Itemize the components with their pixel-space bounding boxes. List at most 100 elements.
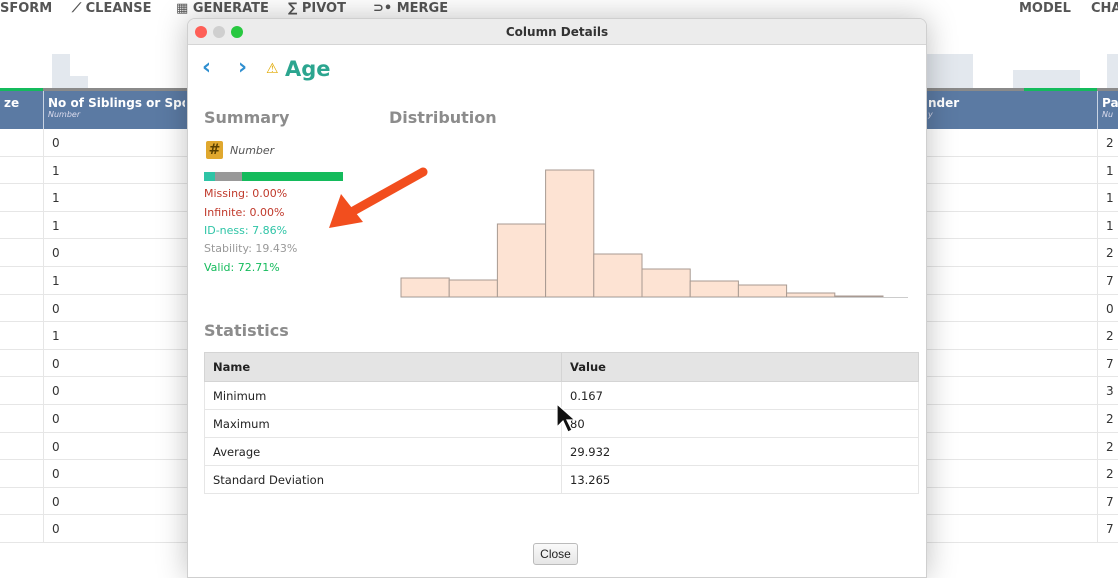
histogram-bar[interactable] <box>737 284 788 298</box>
table-cell[interactable] <box>0 322 43 350</box>
table-cell[interactable] <box>0 157 43 185</box>
table-cell[interactable]: le <box>900 212 1097 240</box>
column-mini-histogram <box>52 54 70 88</box>
table-cell[interactable]: 1 <box>1098 157 1118 185</box>
table-cell[interactable] <box>900 515 1097 543</box>
table-cell[interactable]: 0 <box>44 405 190 433</box>
table-cell[interactable] <box>900 405 1097 433</box>
next-column-chevron-right-icon[interactable]: › <box>238 55 247 80</box>
table-cell[interactable]: 2 <box>1098 405 1118 433</box>
table-cell[interactable]: 1 <box>44 212 190 240</box>
histogram-bar[interactable] <box>786 292 836 298</box>
table-cell[interactable]: 1 <box>44 322 190 350</box>
type-label: Number <box>230 144 275 157</box>
table-cell[interactable] <box>0 405 43 433</box>
stat-name: Average <box>204 437 562 466</box>
table-cell[interactable]: le <box>900 157 1097 185</box>
table-cell[interactable]: 7 <box>1098 488 1118 516</box>
table-cell[interactable] <box>0 295 43 323</box>
table-cell[interactable] <box>0 267 43 295</box>
table-cell[interactable] <box>900 295 1097 323</box>
table-cell[interactable] <box>900 184 1097 212</box>
table-cell[interactable]: 0 <box>44 377 190 405</box>
toolbar-transform[interactable]: SFORM <box>0 1 52 16</box>
column-header-pa[interactable]: Pa Nu <box>1098 91 1118 129</box>
table-cell[interactable]: le <box>900 129 1097 157</box>
table-cell[interactable]: le <box>900 267 1097 295</box>
table-cell[interactable]: 0 <box>44 460 190 488</box>
table-cell[interactable]: 1 <box>1098 212 1118 240</box>
table-cell[interactable]: 1 <box>1098 184 1118 212</box>
table-cell[interactable] <box>0 212 43 240</box>
statistics-heading: Statistics <box>204 321 289 340</box>
value-column-header[interactable]: Value <box>561 352 919 382</box>
toolbar-pivot[interactable]: ∑ PIVOT <box>288 1 346 16</box>
table-cell[interactable]: 0 <box>44 295 190 323</box>
table-cell[interactable] <box>0 515 43 543</box>
table-cell[interactable]: 2 <box>1098 129 1118 157</box>
column-header-siblings[interactable]: No of Siblings or SpousNumber <box>44 91 190 129</box>
stat-value: 0.167 <box>561 381 919 410</box>
table-cell[interactable]: le <box>900 488 1097 516</box>
previous-column-chevron-left-icon[interactable]: ‹ <box>202 55 211 80</box>
table-cell[interactable] <box>0 350 43 378</box>
table-cell[interactable]: 0 <box>44 129 190 157</box>
table-cell[interactable]: 7 <box>1098 267 1118 295</box>
table-cell[interactable] <box>0 184 43 212</box>
table-cell[interactable]: 0 <box>44 488 190 516</box>
histogram-bar[interactable] <box>593 253 643 298</box>
table-cell[interactable] <box>900 239 1097 267</box>
minimize-window-button[interactable] <box>213 26 225 38</box>
table-cell[interactable]: le <box>900 322 1097 350</box>
histogram-bar[interactable] <box>689 280 739 298</box>
table-cell[interactable] <box>0 129 43 157</box>
table-cell[interactable]: 1 <box>44 267 190 295</box>
table-cell[interactable]: le <box>900 350 1097 378</box>
histogram-bar[interactable] <box>641 268 691 298</box>
dialog-titlebar[interactable]: Column Details <box>188 19 926 45</box>
histogram-bar[interactable] <box>545 169 595 298</box>
table-cell[interactable]: 0 <box>1098 295 1118 323</box>
table-cell[interactable] <box>0 433 43 461</box>
table-cell[interactable]: le <box>900 460 1097 488</box>
table-cell[interactable] <box>0 377 43 405</box>
table-cell[interactable]: 2 <box>1098 322 1118 350</box>
column-header-a[interactable]: ze <box>0 91 44 129</box>
stability-stat: Stability: 19.43% <box>204 242 298 255</box>
quality-bar-stability <box>214 172 242 181</box>
table-cell[interactable]: 0 <box>44 239 190 267</box>
table-cell[interactable]: 2 <box>1098 460 1118 488</box>
table-cell[interactable] <box>900 377 1097 405</box>
histogram-bar[interactable] <box>400 277 450 298</box>
table-cell[interactable] <box>0 488 43 516</box>
table-cell[interactable]: 0 <box>44 433 190 461</box>
table-cell[interactable]: 2 <box>1098 239 1118 267</box>
table-cell[interactable]: 0 <box>44 515 190 543</box>
table-cell[interactable] <box>900 433 1097 461</box>
column-mini-histogram <box>1107 54 1118 88</box>
table-cell[interactable]: 3 <box>1098 377 1118 405</box>
toolbar-generate[interactable]: ▦ GENERATE <box>176 1 269 16</box>
toolbar-model[interactable]: MODEL <box>1019 1 1071 16</box>
table-cell[interactable]: 1 <box>44 157 190 185</box>
name-column-header[interactable]: Name <box>204 352 562 382</box>
table-cell[interactable]: 2 <box>1098 433 1118 461</box>
column-gender: lelelelelelelele <box>900 129 1098 543</box>
table-cell[interactable]: 7 <box>1098 350 1118 378</box>
table-cell[interactable]: 7 <box>1098 515 1118 543</box>
table-cell[interactable]: 0 <box>44 350 190 378</box>
table-cell[interactable] <box>0 460 43 488</box>
close-window-button[interactable] <box>195 26 207 38</box>
toolbar-merge[interactable]: ⊃• MERGE <box>373 1 448 16</box>
histogram-bar[interactable] <box>496 223 547 298</box>
main-toolbar: SFORM ⟋ CLEANSE ▦ GENERATE ∑ PIVOT ⊃• ME… <box>0 0 1118 20</box>
zoom-window-button[interactable] <box>231 26 243 38</box>
table-cell[interactable]: 1 <box>44 184 190 212</box>
toolbar-chart[interactable]: CHA <box>1091 1 1118 16</box>
toolbar-cleanse[interactable]: ⟋ CLEANSE <box>72 1 152 16</box>
histogram-bar[interactable] <box>834 295 884 298</box>
table-cell[interactable] <box>0 239 43 267</box>
column-mini-histogram <box>1013 70 1080 88</box>
column-header-gender[interactable]: nder y <box>900 91 1098 129</box>
histogram-bar[interactable] <box>448 279 498 298</box>
